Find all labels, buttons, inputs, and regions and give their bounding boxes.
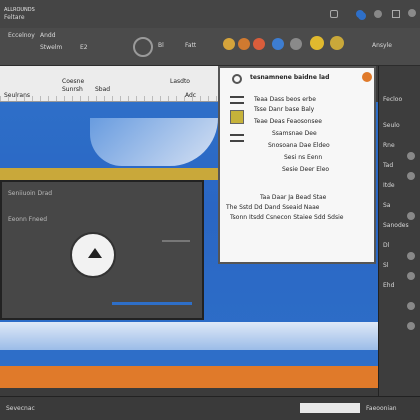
toolbar-label-5[interactable]: Bl bbox=[158, 42, 164, 50]
right-item-1[interactable]: Seulo bbox=[383, 122, 400, 130]
popup-line-6[interactable]: Sesi ns Eenn bbox=[284, 154, 322, 162]
user-icon[interactable] bbox=[374, 10, 382, 18]
right-item-5[interactable]: Sa bbox=[383, 202, 391, 210]
toolbar-label-7[interactable]: Ansyle bbox=[372, 42, 392, 50]
fill-icon[interactable] bbox=[223, 38, 235, 50]
app-title: ALLROUNDS bbox=[4, 7, 35, 13]
right-icon-1[interactable] bbox=[407, 152, 415, 160]
toolbar: Eccelnoy Andd Stwelm E2 Bl Fatt Ansyle bbox=[0, 12, 420, 66]
ribbon-item-2[interactable]: Sunrsh bbox=[62, 86, 83, 94]
gear-icon[interactable] bbox=[272, 38, 284, 50]
right-panel-header: Fecloo bbox=[383, 96, 403, 103]
popup-line-2[interactable]: Tsse Danr base Baly bbox=[254, 106, 314, 114]
right-item-6[interactable]: Sanodes bbox=[383, 222, 409, 230]
canvas-light-strip bbox=[0, 322, 378, 350]
popup-bottom-3: Tsonn Itsdd Csnecon Staiee Sdd Sdsie bbox=[230, 214, 344, 221]
popup-close-icon[interactable] bbox=[362, 72, 372, 82]
ribbon-item-1[interactable]: Coesne bbox=[62, 78, 84, 86]
toolbar-label-2[interactable]: Andd bbox=[40, 32, 56, 40]
popup-dialog: tesnamnene baidne lad Teaa Dass beos erb… bbox=[218, 66, 376, 264]
ruler bbox=[0, 96, 218, 101]
right-item-2[interactable]: Rne bbox=[383, 142, 395, 150]
right-item-3[interactable]: Tad bbox=[383, 162, 393, 170]
blue-status-icon[interactable] bbox=[356, 10, 364, 18]
status-right: Faeoonian bbox=[366, 405, 397, 412]
status-bar: Sevecnac Faeoonian bbox=[0, 396, 420, 420]
settings-icon[interactable] bbox=[330, 10, 338, 18]
right-icon-4[interactable] bbox=[407, 252, 415, 260]
status-left: Sevecnac bbox=[6, 405, 35, 412]
popup-line-5[interactable]: Snosoana Dae Eldeo bbox=[268, 142, 330, 150]
toolbar-label-3[interactable]: Stwelm bbox=[40, 44, 62, 52]
popup-lines-icon bbox=[230, 134, 244, 142]
canvas-highlight bbox=[0, 168, 218, 180]
play-button[interactable] bbox=[70, 232, 116, 278]
right-icon-3[interactable] bbox=[407, 212, 415, 220]
popup-line-7[interactable]: Sesie Deer Eleo bbox=[282, 166, 329, 174]
brush-icon[interactable] bbox=[253, 38, 265, 50]
right-item-8[interactable]: Sl bbox=[383, 262, 388, 270]
star-icon[interactable] bbox=[290, 38, 302, 50]
toolbar-label-1[interactable]: Eccelnoy bbox=[8, 32, 35, 40]
play-icon bbox=[88, 248, 102, 258]
circle-icon-gold[interactable] bbox=[330, 36, 344, 50]
popup-bottom-1: Taa Daar Ja Bead Stae bbox=[260, 194, 327, 201]
window-controls bbox=[330, 10, 420, 20]
right-icon-7[interactable] bbox=[407, 322, 415, 330]
ribbon-item-3[interactable]: Sbad bbox=[95, 86, 110, 94]
popup-bottom-2: The Sstd Dd Dand Sseaid Naae bbox=[226, 204, 320, 211]
picture-icon[interactable] bbox=[133, 37, 153, 57]
toolbar-label-6[interactable]: Fatt bbox=[185, 42, 196, 50]
status-field-1[interactable] bbox=[300, 403, 360, 413]
right-item-4[interactable]: Itde bbox=[383, 182, 395, 190]
player-title: Seniiuoin Drad bbox=[8, 190, 53, 197]
menu-file[interactable]: Feltare bbox=[4, 14, 25, 22]
right-icon-6[interactable] bbox=[407, 302, 415, 310]
player-panel: Seniiuoin Drad Eeonn Fneed bbox=[0, 180, 204, 320]
right-item-7[interactable]: Dl bbox=[383, 242, 389, 250]
popup-title: tesnamnene baidne lad bbox=[250, 74, 330, 81]
right-icon-5[interactable] bbox=[407, 272, 415, 280]
player-divider bbox=[162, 240, 190, 242]
popup-line-icon bbox=[230, 96, 244, 104]
popup-search-icon[interactable] bbox=[232, 74, 242, 84]
popup-swatch bbox=[230, 110, 244, 124]
popup-line-4[interactable]: Ssamsnae Dee bbox=[272, 130, 317, 138]
player-progress[interactable] bbox=[112, 302, 192, 305]
ribbon: Coesne Sunrsh Sbad Lasdto Seulrans Adc bbox=[0, 66, 218, 102]
minimize-icon[interactable] bbox=[392, 10, 400, 18]
circle-icon-yellow[interactable] bbox=[310, 36, 324, 50]
ribbon-item-4[interactable]: Lasdto bbox=[170, 78, 190, 86]
right-item-9[interactable]: Ehd bbox=[383, 282, 394, 290]
player-sub: Eeonn Fneed bbox=[8, 216, 48, 223]
right-icon-2[interactable] bbox=[407, 172, 415, 180]
popup-line-1[interactable]: Teaa Dass beos erbe bbox=[254, 96, 316, 104]
shape-icon[interactable] bbox=[238, 38, 250, 50]
canvas-orange-strip bbox=[0, 366, 378, 388]
popup-line-3[interactable]: Teae Deas Feaosonsee bbox=[254, 118, 322, 126]
toolbar-label-4[interactable]: E2 bbox=[80, 44, 88, 52]
right-panel: Fecloo Seulo Rne Tad Itde Sa Sanodes Dl … bbox=[378, 66, 420, 396]
